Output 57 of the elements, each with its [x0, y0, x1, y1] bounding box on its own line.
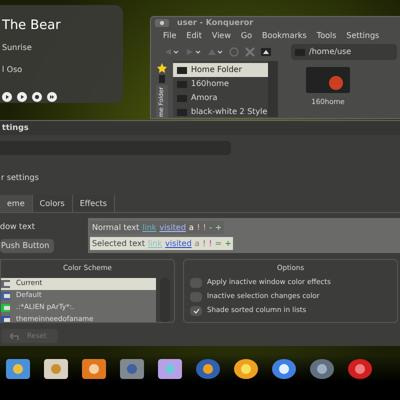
check-icon — [192, 308, 200, 314]
scheme-swatch-icon — [1, 304, 10, 312]
undo-arrow-icon — [10, 332, 19, 340]
menu-item[interactable]: Tools — [316, 32, 336, 40]
forward-arrow-icon[interactable] — [185, 48, 201, 56]
stop-icon[interactable] — [32, 92, 42, 102]
checkbox[interactable] — [190, 306, 202, 316]
window-title: user - Konqueror — [177, 18, 254, 27]
push-button[interactable]: Push Button — [0, 239, 54, 253]
folder-icon[interactable] — [306, 67, 350, 93]
play-icon[interactable] — [2, 92, 12, 102]
tree-item[interactable]: Amora — [173, 91, 268, 105]
track-album: l Oso — [2, 66, 24, 74]
preview-mark: ! — [202, 238, 206, 250]
scheme-swatch-icon — [1, 316, 10, 322]
folder-icon — [295, 48, 305, 56]
location-field[interactable]: /home/use — [291, 44, 397, 60]
preview-mark: = — [215, 238, 222, 250]
play-icon[interactable] — [17, 92, 27, 102]
preview-visited-link[interactable]: visited — [159, 222, 186, 234]
scheme-swatch-icon — [1, 292, 10, 300]
preview-active-text: a — [194, 238, 200, 250]
menu-item[interactable]: File — [163, 32, 176, 40]
tree-item[interactable]: 160home — [173, 77, 268, 91]
scheme-swatch-icon — [1, 280, 10, 288]
track-artist: Sunrise — [2, 44, 33, 52]
preview-text: Normal text — [92, 222, 140, 234]
tab[interactable]: eme — [0, 195, 33, 212]
menu-item[interactable]: View — [212, 32, 231, 40]
window-title: ttings — [2, 122, 29, 134]
back-arrow-icon[interactable] — [163, 48, 179, 56]
menu-item[interactable]: Bookmarks — [262, 32, 307, 40]
preview-active-text: a — [188, 222, 194, 234]
preview-mark: ! — [203, 222, 206, 234]
preview-mark: + — [215, 222, 222, 234]
up-arrow-icon[interactable] — [207, 48, 223, 56]
window-text-label: dow text — [0, 221, 36, 233]
preview-mark: - — [209, 222, 212, 234]
section-heading: r settings — [0, 172, 40, 184]
checkbox[interactable] — [190, 292, 202, 302]
menu-item[interactable]: Settings — [346, 32, 380, 40]
tree-item[interactable]: Home Folder — [173, 63, 268, 77]
preview-mark: ! — [208, 238, 212, 250]
scrollbar[interactable] — [268, 61, 278, 117]
next-icon[interactable] — [47, 92, 57, 102]
track-title: The Bear — [2, 19, 62, 32]
menu-item[interactable]: Edit — [186, 32, 202, 40]
menu-item[interactable]: Go — [240, 32, 252, 40]
preview-mark: + — [224, 238, 232, 250]
preview-text: Selected text — [92, 238, 146, 250]
preview-visited-link[interactable]: visited — [165, 238, 192, 250]
star-icon[interactable] — [157, 63, 167, 73]
scrollbar[interactable] — [160, 278, 170, 322]
checkbox[interactable] — [190, 278, 202, 288]
preview-mark: ! — [196, 222, 200, 234]
tree-item[interactable]: black-white 2 Style — [173, 105, 268, 118]
home-icon[interactable] — [261, 48, 271, 56]
